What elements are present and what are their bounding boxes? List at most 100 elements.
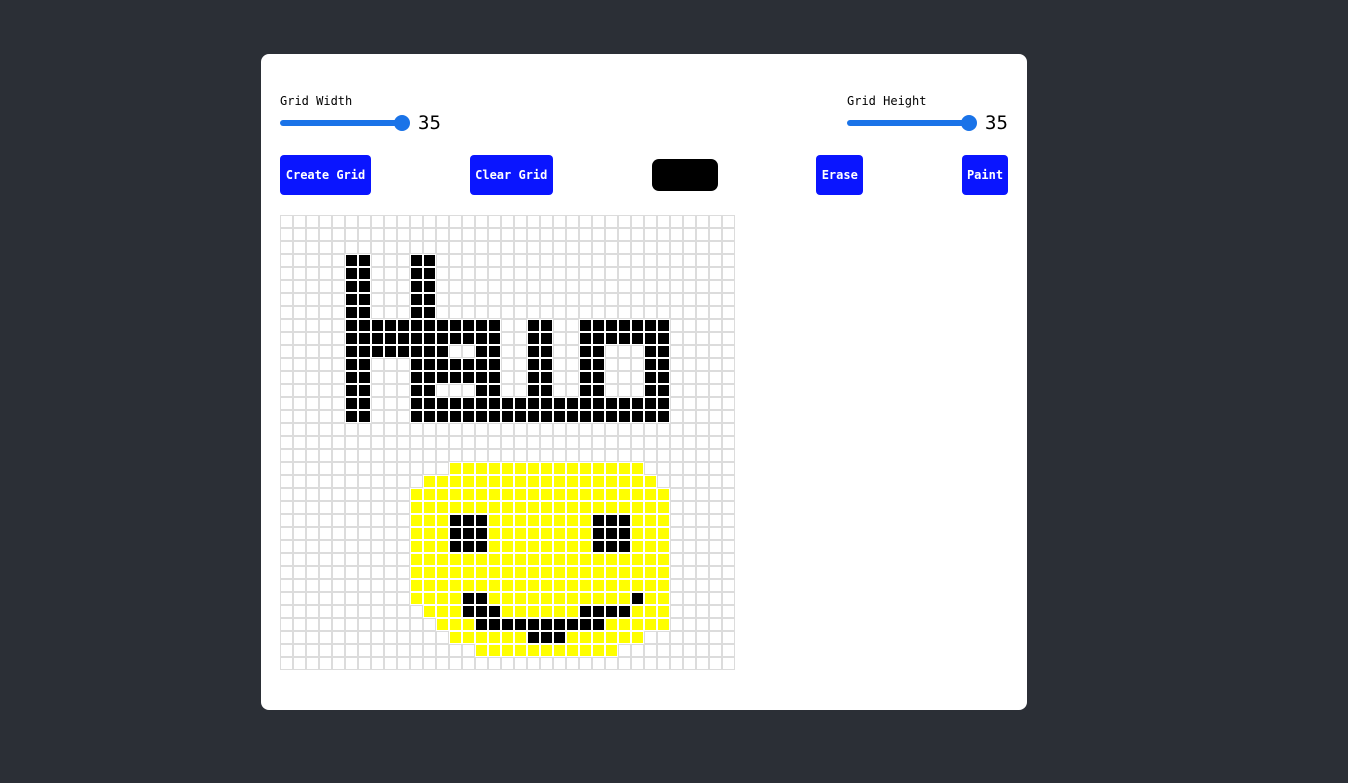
grid-cell[interactable]: [527, 332, 540, 345]
grid-cell[interactable]: [566, 631, 579, 644]
grid-cell[interactable]: [423, 267, 436, 280]
grid-cell[interactable]: [631, 215, 644, 228]
grid-cell[interactable]: [566, 514, 579, 527]
grid-cell[interactable]: [644, 566, 657, 579]
grid-cell[interactable]: [345, 644, 358, 657]
grid-cell[interactable]: [306, 358, 319, 371]
grid-cell[interactable]: [449, 228, 462, 241]
grid-cell[interactable]: [514, 514, 527, 527]
grid-cell[interactable]: [722, 592, 735, 605]
grid-cell[interactable]: [410, 241, 423, 254]
grid-cell[interactable]: [631, 449, 644, 462]
grid-cell[interactable]: [605, 475, 618, 488]
grid-cell[interactable]: [410, 423, 423, 436]
grid-cell[interactable]: [722, 332, 735, 345]
grid-cell[interactable]: [553, 423, 566, 436]
grid-cell[interactable]: [475, 345, 488, 358]
grid-cell[interactable]: [280, 592, 293, 605]
grid-cell[interactable]: [644, 228, 657, 241]
grid-cell[interactable]: [397, 332, 410, 345]
grid-cell[interactable]: [436, 657, 449, 670]
grid-cell[interactable]: [293, 423, 306, 436]
grid-cell[interactable]: [449, 475, 462, 488]
grid-cell[interactable]: [488, 228, 501, 241]
grid-cell[interactable]: [540, 410, 553, 423]
grid-cell[interactable]: [683, 501, 696, 514]
grid-cell[interactable]: [462, 332, 475, 345]
grid-cell[interactable]: [722, 228, 735, 241]
color-picker[interactable]: [651, 159, 718, 191]
grid-cell[interactable]: [618, 449, 631, 462]
grid-cell[interactable]: [605, 423, 618, 436]
grid-cell[interactable]: [436, 306, 449, 319]
grid-cell[interactable]: [553, 410, 566, 423]
grid-cell[interactable]: [709, 514, 722, 527]
grid-cell[interactable]: [709, 436, 722, 449]
grid-cell[interactable]: [657, 527, 670, 540]
grid-cell[interactable]: [579, 254, 592, 267]
grid-cell[interactable]: [618, 644, 631, 657]
grid-cell[interactable]: [423, 631, 436, 644]
grid-cell[interactable]: [709, 540, 722, 553]
grid-cell[interactable]: [397, 566, 410, 579]
grid-cell[interactable]: [332, 488, 345, 501]
grid-cell[interactable]: [683, 449, 696, 462]
grid-cell[interactable]: [553, 527, 566, 540]
grid-cell[interactable]: [306, 215, 319, 228]
grid-cell[interactable]: [501, 553, 514, 566]
grid-cell[interactable]: [293, 319, 306, 332]
grid-cell[interactable]: [696, 462, 709, 475]
grid-cell[interactable]: [436, 566, 449, 579]
grid-cell[interactable]: [514, 423, 527, 436]
grid-cell[interactable]: [644, 657, 657, 670]
grid-cell[interactable]: [709, 462, 722, 475]
grid-cell[interactable]: [410, 501, 423, 514]
grid-cell[interactable]: [345, 449, 358, 462]
grid-cell[interactable]: [358, 566, 371, 579]
grid-cell[interactable]: [371, 397, 384, 410]
grid-cell[interactable]: [436, 579, 449, 592]
grid-cell[interactable]: [462, 449, 475, 462]
grid-cell[interactable]: [371, 293, 384, 306]
grid-cell[interactable]: [423, 566, 436, 579]
grid-cell[interactable]: [644, 423, 657, 436]
grid-cell[interactable]: [540, 397, 553, 410]
grid-cell[interactable]: [527, 358, 540, 371]
grid-cell[interactable]: [358, 267, 371, 280]
grid-cell[interactable]: [501, 293, 514, 306]
grid-cell[interactable]: [527, 423, 540, 436]
grid-cell[interactable]: [475, 657, 488, 670]
grid-cell[interactable]: [696, 540, 709, 553]
grid-cell[interactable]: [605, 241, 618, 254]
grid-cell[interactable]: [566, 592, 579, 605]
grid-cell[interactable]: [566, 306, 579, 319]
grid-cell[interactable]: [592, 293, 605, 306]
grid-cell[interactable]: [462, 254, 475, 267]
grid-cell[interactable]: [566, 553, 579, 566]
grid-cell[interactable]: [709, 345, 722, 358]
grid-cell[interactable]: [410, 293, 423, 306]
grid-cell[interactable]: [358, 293, 371, 306]
grid-cell[interactable]: [462, 631, 475, 644]
grid-cell[interactable]: [280, 384, 293, 397]
grid-cell[interactable]: [631, 254, 644, 267]
grid-cell[interactable]: [644, 410, 657, 423]
grid-cell[interactable]: [358, 462, 371, 475]
grid-cell[interactable]: [540, 241, 553, 254]
grid-cell[interactable]: [332, 384, 345, 397]
grid-cell[interactable]: [293, 553, 306, 566]
grid-cell[interactable]: [605, 527, 618, 540]
grid-cell[interactable]: [280, 280, 293, 293]
grid-cell[interactable]: [332, 592, 345, 605]
grid-cell[interactable]: [722, 397, 735, 410]
grid-cell[interactable]: [644, 488, 657, 501]
grid-cell[interactable]: [553, 462, 566, 475]
grid-cell[interactable]: [293, 657, 306, 670]
grid-cell[interactable]: [332, 501, 345, 514]
grid-cell[interactable]: [319, 254, 332, 267]
grid-cell[interactable]: [423, 332, 436, 345]
grid-cell[interactable]: [696, 228, 709, 241]
grid-cell[interactable]: [358, 384, 371, 397]
grid-cell[interactable]: [579, 449, 592, 462]
grid-cell[interactable]: [462, 215, 475, 228]
